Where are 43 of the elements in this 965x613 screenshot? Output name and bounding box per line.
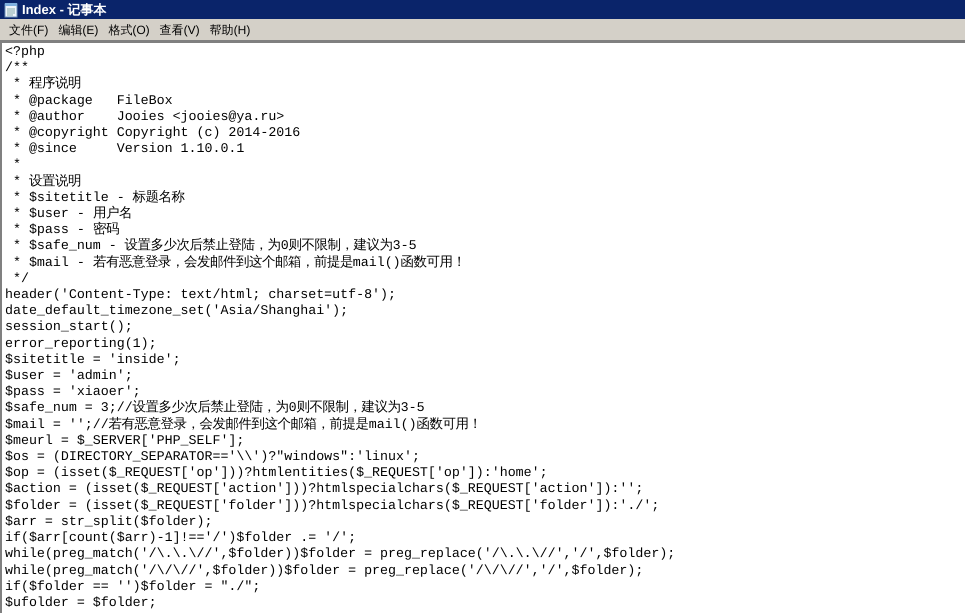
menu-item[interactable]: 编辑(E) bbox=[53, 20, 104, 38]
code-line: * @copyright Copyright (c) 2014-2016 bbox=[12, 125, 300, 142]
code-line: header('Content-Type: text/html; charset=utf-8'); bbox=[5, 287, 396, 304]
code-line: $op = (isset($_REQUEST['op']))?htmlentities($_REQUEST['op']):'home'; bbox=[5, 465, 548, 482]
code-line: if($folder == '')$folder = "./"; bbox=[5, 578, 260, 595]
code-line: while(preg_match('/\/\//',$folder))$folder = preg_replace('/\/\//','/',$folder); bbox=[5, 562, 644, 579]
menu-item[interactable]: 格式(O) bbox=[103, 20, 155, 38]
code-line: $mail = '';//若有恶意登录，会发邮件到这个邮箱，前提是mail()函数可用！ bbox=[5, 416, 482, 433]
code-line: * $safe_num - 设置多少次后禁止登陆，为0则不限制，建议为3-5 bbox=[12, 238, 417, 254]
code-line: $arr = str_split($folder); bbox=[5, 514, 212, 530]
code-line: while(preg_match('/\.\.\//',$folder))$folder = preg_replace('/\.\.\//','/',$folder); bbox=[5, 546, 676, 562]
menu-item[interactable]: 帮助(H) bbox=[204, 20, 256, 38]
text-area[interactable] bbox=[0, 41, 965, 613]
code-line: error_reporting(1); bbox=[5, 336, 157, 352]
code-line: $ufolder = $folder; bbox=[5, 594, 157, 612]
code-line: $sitetitle = 'inside'; bbox=[5, 352, 181, 368]
code-line: date_default_timezone_set('Asia/Shanghai'); bbox=[5, 303, 348, 320]
notepad-icon bbox=[4, 2, 18, 18]
menu-item[interactable]: 文件(F) bbox=[4, 20, 54, 38]
menu-item[interactable]: 查看(V) bbox=[154, 20, 205, 38]
code-line: * 设置说明 bbox=[12, 174, 81, 190]
window-title: Index - 记事本 bbox=[22, 0, 107, 19]
code-line: * @since Version 1.10.0.1 bbox=[12, 141, 244, 158]
code-line: * @package FileBox bbox=[12, 92, 173, 109]
code-line: * $pass - 密码 bbox=[12, 222, 119, 238]
code-line: $os = (DIRECTORY_SEPARATOR=='\\')?"windows":'linux'; bbox=[5, 449, 420, 466]
code-line: * @author Jooies <jooies@ya.ru> bbox=[12, 108, 284, 126]
code-line: if($arr[count($arr)-1]!=='/')$folder .= '/'; bbox=[5, 530, 356, 546]
code-line: $pass = 'xiaoer'; bbox=[5, 384, 141, 400]
code-line: $safe_num = 3;//设置多少次后禁止登陆，为0则不限制，建议为3-5 bbox=[5, 400, 425, 416]
code-line: $user = 'admin'; bbox=[5, 368, 133, 384]
code-line: */ bbox=[12, 270, 29, 288]
code-line: * $mail - 若有恶意登录，会发邮件到这个邮箱，前提是mail()函数可用！ bbox=[12, 254, 466, 271]
code-line: $action = (isset($_REQUEST['action']))?htmlspecialchars($_REQUEST['action']):''; bbox=[5, 481, 644, 498]
code-line: * $sitetitle - 标题名称 bbox=[12, 190, 185, 206]
code-line: <?php bbox=[5, 44, 45, 60]
code-line: * $user - 用户名 bbox=[12, 206, 132, 222]
code-line: $folder = (isset($_REQUEST['folder']))?htmlspecialchars($_REQUEST['folder']):'./'; bbox=[5, 498, 660, 514]
code-line: $meurl = $_SERVER['PHP_SELF']; bbox=[5, 432, 244, 450]
code-line: * 程序说明 bbox=[12, 76, 81, 93]
code-line: /** bbox=[5, 60, 29, 76]
code-line: session_start(); bbox=[5, 319, 133, 336]
code-line: * bbox=[12, 157, 21, 174]
